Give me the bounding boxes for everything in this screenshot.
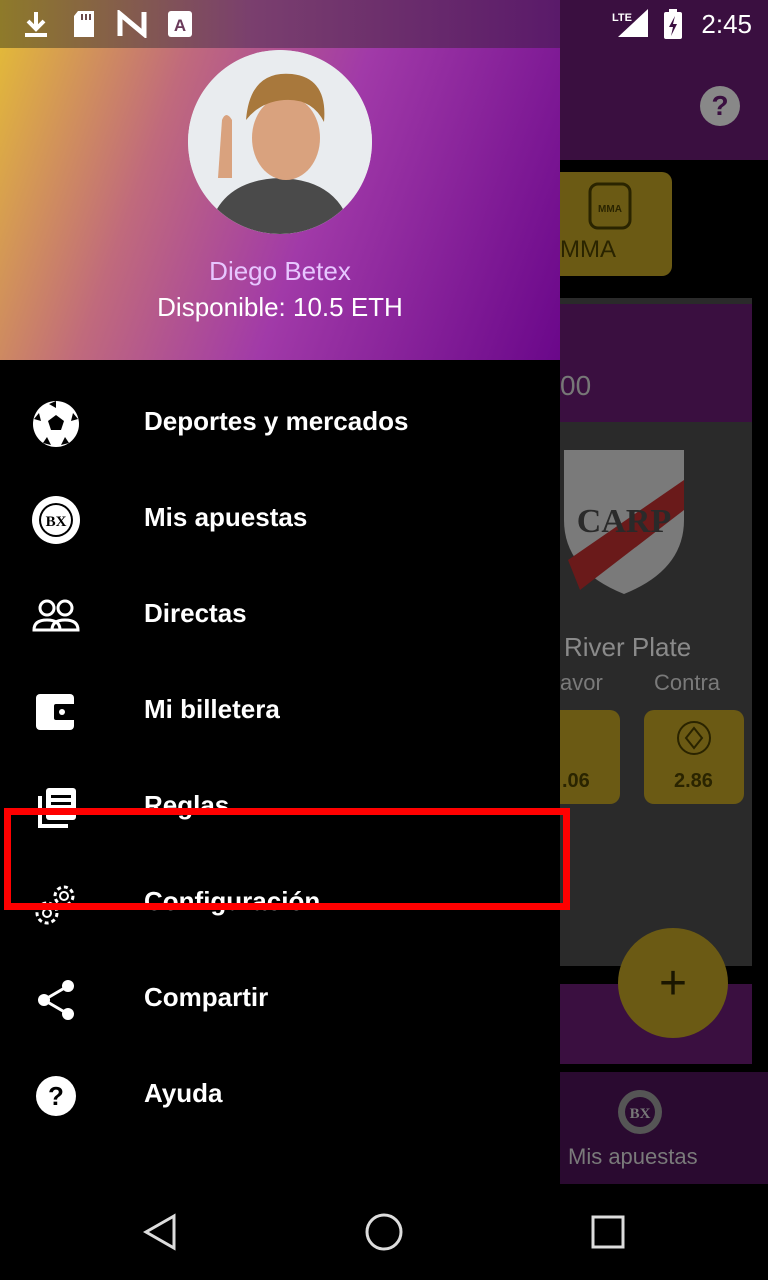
menu-label: Directas (144, 598, 247, 628)
menu-item-directas[interactable]: Directas (0, 568, 560, 664)
menu-label: Deportes y mercados (144, 406, 409, 436)
shield-text: CARP (577, 503, 671, 540)
contra-label: Contra (654, 670, 721, 695)
bx-chip-icon: BX (30, 494, 82, 546)
odd-favor-value: .06 (562, 770, 590, 792)
odd-contra-value: 2.86 (674, 770, 713, 792)
river-plate-shield-icon: CARP (564, 450, 684, 594)
home-button[interactable] (364, 1212, 404, 1257)
help-button[interactable]: ? (700, 86, 740, 126)
navigation-drawer: Diego Betex Disponible: 10.5 ETH Deporte… (0, 48, 570, 1184)
recents-square-icon (591, 1215, 625, 1249)
wallet-icon (30, 686, 82, 738)
svg-text:BX: BX (46, 514, 67, 530)
user-photo (188, 50, 372, 234)
menu-item-compartir[interactable]: Compartir (0, 952, 560, 1048)
add-bet-fab[interactable]: + (618, 928, 728, 1038)
signal-icon: LTE (610, 9, 650, 38)
people-icon (30, 590, 82, 642)
soccer-ball-icon (30, 398, 82, 450)
user-name: Diego Betex (209, 256, 351, 286)
category-label: MMA (560, 236, 616, 263)
back-button[interactable] (140, 1212, 180, 1257)
menu-label: Mis apuestas (144, 502, 308, 532)
menu-item-mis-apuestas[interactable]: BX Mis apuestas (0, 472, 560, 568)
bx-chip-icon: BX (618, 1090, 662, 1134)
bx-text: BX (630, 1106, 651, 1122)
recents-button[interactable] (590, 1214, 626, 1255)
background-app: ? MMA MMA 00 CARP River Plate avor Contr… (560, 48, 768, 1280)
share-icon (30, 974, 82, 1026)
team-name: River Plate (564, 632, 692, 662)
drawer-header: Diego Betex Disponible: 10.5 ETH (0, 48, 560, 360)
chip-icon (677, 721, 711, 755)
sd-card-icon (70, 10, 98, 38)
clock: 2:45 (701, 9, 752, 39)
menu-label: Ayuda (144, 1078, 223, 1108)
menu-item-deportes[interactable]: Deportes y mercados (0, 376, 560, 472)
user-balance: Disponible: 10.5 ETH (157, 292, 403, 322)
avatar[interactable] (188, 50, 372, 234)
download-icon (22, 10, 50, 38)
svg-text:A: A (174, 16, 186, 35)
help-icon: ? (30, 1070, 82, 1122)
menu-item-billetera[interactable]: Mi billetera (0, 664, 560, 760)
svg-text:MMA: MMA (598, 204, 622, 215)
menu-label: Compartir (144, 982, 269, 1012)
menu-item-ayuda[interactable]: ? Ayuda (0, 1048, 560, 1144)
system-navigation-bar (0, 1184, 768, 1280)
menu-label: Mi billetera (144, 694, 280, 724)
svg-text:?: ? (48, 1081, 64, 1111)
event-card-header (560, 304, 752, 422)
android-n-icon (116, 10, 148, 38)
status-bar: A LTE 2:45 (0, 0, 768, 48)
bottom-nav-mis-apuestas[interactable]: Mis apuestas (568, 1144, 698, 1170)
favor-label: avor (560, 670, 603, 695)
highlight-box (4, 808, 570, 910)
font-a-icon: A (166, 10, 194, 38)
svg-text:LTE: LTE (612, 12, 632, 24)
event-card-value: 00 (560, 370, 592, 401)
back-triangle-icon (142, 1213, 176, 1251)
home-circle-icon (365, 1213, 403, 1251)
battery-charging-icon (662, 9, 684, 39)
